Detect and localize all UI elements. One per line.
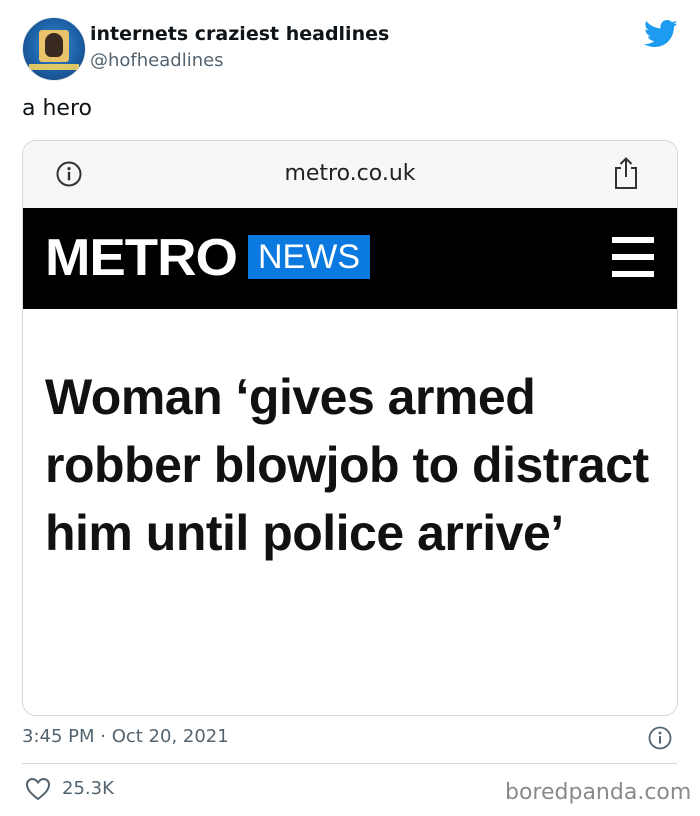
like-count: 25.3K [62, 778, 114, 799]
author-display-name[interactable]: internets craziest headlines [90, 23, 389, 45]
hamburger-menu-icon [612, 237, 654, 277]
avatar-face [45, 33, 63, 57]
article-headline: Woman ‘gives armed robber blowjob to dis… [45, 369, 649, 561]
url-text: metro.co.uk [284, 161, 416, 186]
news-section-badge: NEWS [248, 235, 370, 279]
embedded-screenshot[interactable]: metro.co.uk METRO NEWS Woman ‘gives arme… [22, 140, 678, 716]
tweet-text: a hero [22, 96, 92, 121]
author-handle[interactable]: @hofheadlines [90, 50, 224, 71]
metro-masthead: METRO NEWS [23, 208, 677, 309]
avatar[interactable] [22, 17, 86, 81]
tweet-header: internets craziest headlines @hofheadlin… [0, 0, 700, 90]
twitter-bird-icon[interactable] [644, 19, 678, 49]
metro-logo: METRO [45, 229, 238, 287]
avatar-band [29, 64, 79, 70]
share-icon [615, 157, 637, 189]
heart-icon[interactable] [25, 777, 51, 801]
divider [22, 763, 677, 764]
browser-url-bar: metro.co.uk [23, 141, 677, 208]
info-icon[interactable] [648, 726, 672, 750]
tweet-timestamp[interactable]: 3:45 PM · Oct 20, 2021 [22, 726, 229, 747]
watermark: boredpanda.com [505, 780, 692, 805]
